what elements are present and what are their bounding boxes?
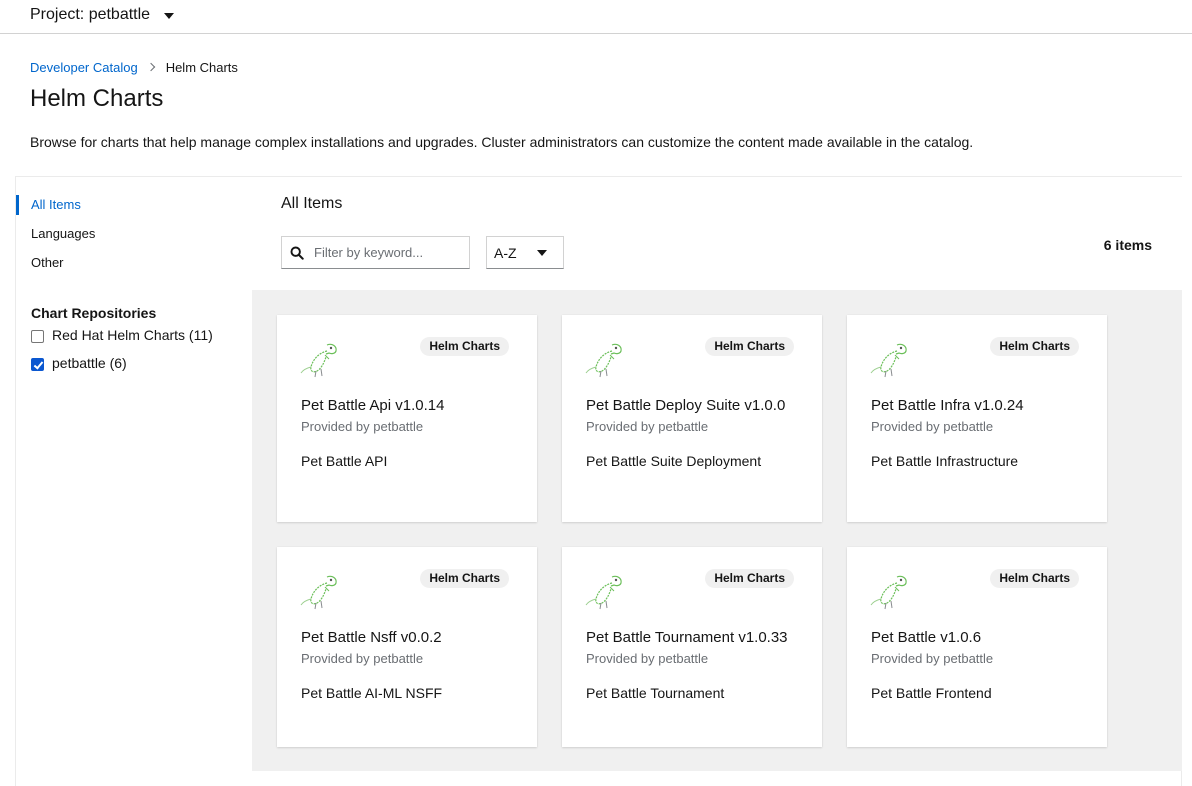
page-description: Browse for charts that help manage compl… bbox=[30, 134, 974, 150]
project-label: Project: petbattle bbox=[30, 6, 151, 23]
items-count: 6 items bbox=[1103, 237, 1152, 253]
caret-down-icon bbox=[164, 13, 175, 19]
catalog-tile-5[interactable]: Helm Charts Pet Battle Tournament v1.0.3… bbox=[562, 547, 822, 747]
tile-description: Pet Battle Tournament bbox=[586, 685, 725, 701]
breadcrumb: Developer Catalog Helm Charts bbox=[30, 58, 238, 76]
repo-filter-redhat[interactable]: Red Hat Helm Charts (11) bbox=[31, 325, 213, 345]
search-input[interactable] bbox=[314, 245, 464, 260]
petbattle-logo-icon bbox=[585, 575, 622, 610]
catalog-tile-3[interactable]: Helm Charts Pet Battle Infra v1.0.24 Pro… bbox=[847, 315, 1107, 522]
project-selector[interactable]: Project: petbattle bbox=[30, 4, 175, 26]
project-bar: Project: petbattle bbox=[0, 0, 1192, 34]
tile-title: Pet Battle Deploy Suite v1.0.0 bbox=[586, 397, 786, 414]
tile-title: Pet Battle Api v1.0.14 bbox=[301, 397, 445, 414]
tile-provider: Provided by petbattle bbox=[586, 651, 709, 666]
petbattle-logo-icon bbox=[300, 343, 337, 378]
sort-value: A-Z bbox=[494, 244, 517, 261]
sidebar-item-other[interactable]: Other bbox=[16, 253, 236, 273]
repo-filter-label: Red Hat Helm Charts (11) bbox=[52, 327, 213, 343]
catalog-sidebar: All Items Languages Other Chart Reposito… bbox=[16, 177, 252, 786]
redhat-checkbox[interactable] bbox=[31, 330, 44, 343]
tile-provider: Provided by petbattle bbox=[301, 419, 424, 434]
tile-badge: Helm Charts bbox=[420, 569, 509, 588]
catalog-toolbar: All Items A-Z 6 items bbox=[252, 177, 1182, 290]
petbattle-logo-icon bbox=[870, 575, 907, 610]
tile-provider: Provided by petbattle bbox=[301, 651, 424, 666]
chart-repositories-heading: Chart Repositories bbox=[31, 305, 157, 321]
petbattle-logo-icon bbox=[585, 343, 622, 378]
tile-provider: Provided by petbattle bbox=[586, 419, 709, 434]
tile-description: Pet Battle Infrastructure bbox=[871, 453, 1019, 469]
sort-dropdown[interactable]: A-Z bbox=[486, 236, 564, 269]
sidebar-item-all-items[interactable]: All Items bbox=[16, 195, 236, 215]
catalog-tile-1[interactable]: Helm Charts Pet Battle Api v1.0.14 Provi… bbox=[277, 315, 537, 522]
catalog-grid: Helm Charts Pet Battle Api v1.0.14 Provi… bbox=[252, 290, 1182, 771]
page-title: Helm Charts bbox=[30, 85, 164, 112]
petbattle-logo-icon bbox=[300, 575, 337, 610]
tile-provider: Provided by petbattle bbox=[871, 651, 994, 666]
tile-description: Pet Battle AI-ML NSFF bbox=[301, 685, 443, 701]
tile-provider: Provided by petbattle bbox=[871, 419, 994, 434]
main-title: All Items bbox=[281, 195, 343, 212]
tile-badge: Helm Charts bbox=[990, 569, 1079, 588]
breadcrumb-current: Helm Charts bbox=[165, 59, 238, 75]
tile-title: Pet Battle v1.0.6 bbox=[871, 629, 982, 646]
search-icon bbox=[290, 246, 304, 260]
catalog: All Items Languages Other Chart Reposito… bbox=[15, 176, 1182, 786]
petbattle-logo-icon bbox=[870, 343, 907, 378]
tile-badge: Helm Charts bbox=[705, 337, 794, 356]
tile-description: Pet Battle API bbox=[301, 453, 388, 469]
tile-title: Pet Battle Infra v1.0.24 bbox=[871, 397, 1024, 414]
tile-badge: Helm Charts bbox=[420, 337, 509, 356]
tile-description: Pet Battle Suite Deployment bbox=[586, 453, 762, 469]
sidebar-item-languages[interactable]: Languages bbox=[16, 224, 236, 244]
chevron-right-icon bbox=[146, 62, 155, 72]
catalog-tile-2[interactable]: Helm Charts Pet Battle Deploy Suite v1.0… bbox=[562, 315, 822, 522]
breadcrumb-developer-catalog[interactable]: Developer Catalog bbox=[30, 60, 138, 75]
repo-filter-label: petbattle (6) bbox=[52, 355, 127, 371]
repo-filter-petbattle[interactable]: petbattle (6) bbox=[31, 353, 127, 373]
catalog-tile-4[interactable]: Helm Charts Pet Battle Nsff v0.0.2 Provi… bbox=[277, 547, 537, 747]
tile-badge: Helm Charts bbox=[705, 569, 794, 588]
tile-description: Pet Battle Frontend bbox=[871, 685, 992, 701]
tile-badge: Helm Charts bbox=[990, 337, 1079, 356]
search-box[interactable] bbox=[281, 236, 470, 269]
catalog-tile-6[interactable]: Helm Charts Pet Battle v1.0.6 Provided b… bbox=[847, 547, 1107, 747]
caret-down-icon bbox=[537, 250, 547, 256]
tile-title: Pet Battle Nsff v0.0.2 bbox=[301, 629, 442, 646]
petbattle-checkbox[interactable] bbox=[31, 358, 44, 371]
tile-title: Pet Battle Tournament v1.0.33 bbox=[586, 629, 788, 646]
